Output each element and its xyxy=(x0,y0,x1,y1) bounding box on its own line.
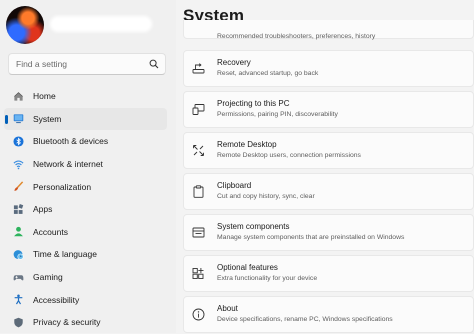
sidebar-item-network[interactable]: Network & internet xyxy=(4,153,167,176)
card-title: Optional features xyxy=(217,263,278,272)
settings-card-optional-features[interactable]: Optional features Extra functionality fo… xyxy=(183,255,474,292)
settings-card-troubleshoot-partial[interactable]: Recommended troubleshooters, preferences… xyxy=(183,20,474,40)
card-title: Clipboard xyxy=(217,181,252,190)
system-icon xyxy=(13,114,24,124)
sidebar-item-label: Home xyxy=(33,91,56,102)
card-title: Remote Desktop xyxy=(217,140,277,149)
sidebar-item-label: System xyxy=(33,113,62,124)
accounts-icon xyxy=(14,227,23,237)
card-description: Device specifications, rename PC, Window… xyxy=(217,316,393,323)
user-avatar[interactable] xyxy=(6,6,44,44)
sidebar: Home System Bluetooth & devices xyxy=(0,0,176,333)
remote-desktop-icon xyxy=(193,145,204,156)
projecting-icon xyxy=(192,104,205,115)
settings-list: Recommended troubleshooters, preferences… xyxy=(183,20,474,333)
card-description: Remote Desktop users, connection permiss… xyxy=(217,152,361,159)
sidebar-item-apps[interactable]: Apps xyxy=(4,198,167,221)
account-name-redacted xyxy=(50,16,152,32)
card-description: Permissions, pairing PIN, discoverabilit… xyxy=(217,111,338,118)
settings-card-projecting[interactable]: Projecting to this PC Permissions, pairi… xyxy=(183,91,474,128)
card-title: Projecting to this PC xyxy=(217,99,290,108)
sidebar-item-label: Personalization xyxy=(33,181,92,192)
sidebar-item-accounts[interactable]: Accounts xyxy=(4,221,167,244)
system-components-icon xyxy=(192,227,205,238)
sidebar-item-home[interactable]: Home xyxy=(4,85,167,108)
info-icon xyxy=(192,308,205,321)
network-icon xyxy=(13,160,24,169)
sidebar-item-label: Accessibility xyxy=(33,294,80,305)
card-description: Cut and copy history, sync, clear xyxy=(217,193,315,200)
sidebar-item-label: Apps xyxy=(33,204,53,215)
sidebar-item-label: Network & internet xyxy=(33,159,103,170)
accessibility-icon xyxy=(14,294,23,305)
brush-icon xyxy=(14,181,24,192)
sidebar-item-label: Time & language xyxy=(33,249,97,260)
card-description: Manage system components that are preins… xyxy=(217,234,405,241)
sidebar-item-gaming[interactable]: Gaming xyxy=(4,266,167,289)
search-icon[interactable] xyxy=(149,59,159,69)
sidebar-item-label: Gaming xyxy=(33,272,63,283)
sidebar-item-time-language[interactable]: Time & language xyxy=(4,243,167,266)
shield-icon xyxy=(14,317,23,328)
sidebar-item-label: Bluetooth & devices xyxy=(33,136,109,147)
sidebar-item-label: Privacy & security xyxy=(33,317,101,328)
settings-card-about[interactable]: About Device specifications, rename PC, … xyxy=(183,296,474,333)
card-description: Extra functionality for your device xyxy=(217,275,318,282)
search-box[interactable] xyxy=(8,53,166,75)
home-icon xyxy=(14,91,23,101)
card-title: System components xyxy=(217,222,290,231)
optional-features-icon xyxy=(192,268,204,279)
card-description: Recommended troubleshooters, preferences… xyxy=(217,33,376,40)
sidebar-item-accessibility[interactable]: Accessibility xyxy=(4,288,167,311)
clipboard-icon xyxy=(193,185,204,198)
settings-card-recovery[interactable]: Recovery Reset, advanced startup, go bac… xyxy=(183,50,474,87)
sidebar-item-personalization[interactable]: Personalization xyxy=(4,175,167,198)
globe-clock-icon xyxy=(13,250,24,260)
bluetooth-icon xyxy=(13,136,24,147)
card-title: Recovery xyxy=(217,58,251,67)
sidebar-item-system[interactable]: System xyxy=(4,107,167,131)
search-input[interactable] xyxy=(9,54,146,74)
card-description: Reset, advanced startup, go back xyxy=(217,70,319,77)
gamepad-icon xyxy=(13,274,24,280)
settings-card-system-components[interactable]: System components Manage system componen… xyxy=(183,214,474,251)
settings-card-clipboard[interactable]: Clipboard Cut and copy history, sync, cl… xyxy=(183,173,474,210)
sidebar-item-privacy-security[interactable]: Privacy & security xyxy=(4,311,167,334)
apps-icon xyxy=(13,203,24,214)
recovery-drive-icon xyxy=(192,63,205,74)
settings-card-remote-desktop[interactable]: Remote Desktop Remote Desktop users, con… xyxy=(183,132,474,169)
sidebar-item-label: Accounts xyxy=(33,226,68,237)
sidebar-item-bluetooth[interactable]: Bluetooth & devices xyxy=(4,130,167,153)
card-title: About xyxy=(217,304,238,313)
sidebar-nav: Home System Bluetooth & devices Network … xyxy=(4,85,167,334)
